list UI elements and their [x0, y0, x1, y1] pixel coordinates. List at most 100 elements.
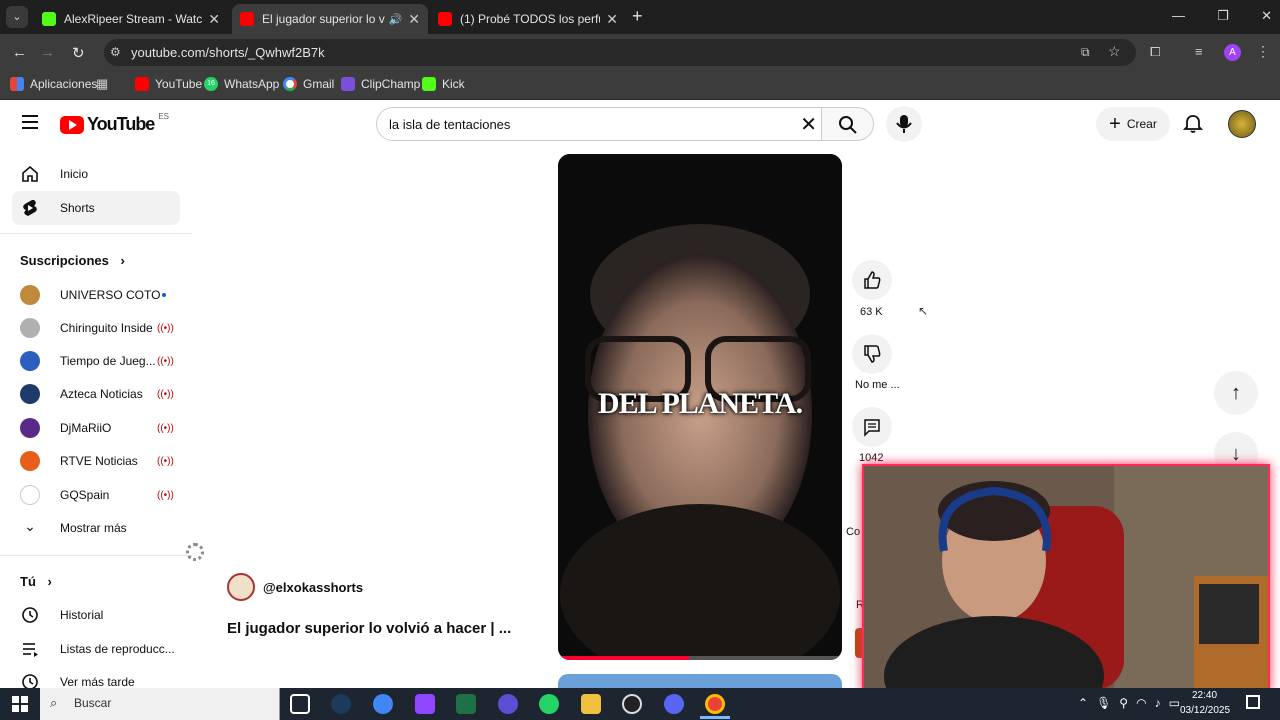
comments-button[interactable] [852, 407, 892, 447]
like-button[interactable] [852, 260, 892, 300]
search-button[interactable] [822, 107, 874, 141]
spreadsheet-icon[interactable] [456, 694, 476, 714]
bookmark-whatsapp[interactable]: 16 WhatsApp [204, 77, 279, 91]
profile-avatar[interactable]: A [1224, 44, 1241, 61]
windows-start-icon[interactable] [12, 696, 28, 712]
maximize-icon[interactable]: ❐ [1217, 8, 1229, 24]
tab-close-icon[interactable]: ✕ [606, 11, 618, 28]
create-button[interactable]: + Crear [1096, 107, 1170, 141]
sidebar-sub-chiringuito[interactable]: Chiringuito Inside ((•)) [12, 311, 180, 345]
taskbar-search-box[interactable]: ⌕ Buscar [40, 688, 280, 720]
dislike-button[interactable] [852, 334, 892, 374]
webcam-image [864, 466, 1268, 690]
channel-info[interactable]: @elxokasshorts [227, 573, 363, 601]
sidebar-show-more[interactable]: ⌄ Mostrar más [12, 511, 180, 545]
voice-search-button[interactable] [886, 106, 922, 142]
sidebar-sub-universo-coto[interactable]: UNIVERSO COTO [12, 278, 180, 312]
forward-icon[interactable]: → [40, 44, 55, 61]
install-app-icon[interactable]: ⧉ [1081, 45, 1090, 60]
next-short-preview[interactable] [558, 674, 842, 688]
chrome-app-icon[interactable] [373, 694, 393, 714]
video-progress-track[interactable] [558, 656, 842, 660]
close-window-icon[interactable]: ✕ [1261, 8, 1272, 24]
file-explorer-icon[interactable] [581, 694, 601, 714]
sidebar-sub-djmariio[interactable]: DjMaRiiO ((•)) [12, 411, 180, 445]
sidebar-item-listas[interactable]: Listas de reproducc... [12, 632, 180, 666]
task-view-icon[interactable] [290, 694, 310, 714]
tu-heading[interactable]: Tú › [20, 574, 52, 589]
site-info-icon[interactable]: ⚙ [110, 45, 121, 59]
bookmark-apps[interactable]: Aplicaciones [10, 77, 97, 91]
browser-tab-youtube-short[interactable]: El jugador superior lo volvió 🔊 ✕ [232, 4, 428, 34]
sidebar-item-label: Azteca Noticias [60, 387, 143, 401]
tab-groups-icon[interactable]: ▦ [96, 76, 108, 92]
discord-icon[interactable] [664, 694, 684, 714]
bookmark-label: WhatsApp [224, 77, 280, 91]
url-text[interactable]: youtube.com/shorts/_Qwhwf2B7k [131, 45, 325, 60]
sidebar-item-label: RTVE Noticias [60, 454, 138, 468]
wifi-icon[interactable]: ◠ [1136, 696, 1146, 710]
previous-short-button[interactable]: ↑ [1214, 371, 1258, 415]
search-input[interactable]: la isla de tentaciones [389, 117, 510, 132]
notification-center-icon[interactable] [1246, 695, 1260, 709]
bookmark-clipchamp[interactable]: ClipChamp [341, 77, 420, 91]
arrow-up-icon: ↑ [1231, 381, 1241, 404]
browser-menu-icon[interactable]: ⋮ [1256, 43, 1270, 60]
subscriptions-heading[interactable]: Suscripciones › [20, 253, 125, 268]
sidebar-item-label: GQSpain [60, 488, 110, 502]
microphone-tray-icon[interactable]: 🎙 [1096, 696, 1111, 710]
new-tab-button[interactable]: + [632, 6, 643, 27]
sidebar-item-shorts[interactable]: Shorts [12, 191, 180, 225]
youtube-logo[interactable]: YouTube ES [60, 112, 169, 135]
sidebar-sub-rtve-noticias[interactable]: RTVE Noticias ((•)) [12, 444, 180, 478]
search-icon [839, 116, 857, 134]
taskbar-search-placeholder: Buscar [74, 696, 112, 710]
channel-handle[interactable]: @elxokasshorts [263, 580, 363, 595]
browser-tab-perfumes[interactable]: (1) Probé TODOS los perfumes ✕ [430, 4, 626, 34]
back-icon[interactable]: ← [12, 44, 27, 61]
short-title[interactable]: El jugador superior lo volvió a hacer | … [227, 620, 511, 637]
extensions-icon[interactable]: ⧠ [1150, 44, 1160, 60]
sidebar-sub-azteca-noticias[interactable]: Azteca Noticias ((•)) [12, 377, 180, 411]
speaker-icon[interactable]: 🔊 [389, 13, 403, 26]
clock-date[interactable]: 03/12/2025 [1180, 705, 1230, 716]
usb-icon[interactable]: ⚲ [1119, 696, 1128, 710]
tab-close-icon[interactable]: ✕ [208, 11, 220, 28]
vpn-icon[interactable] [498, 694, 518, 714]
chevron-up-icon[interactable]: ⌃ [1078, 696, 1088, 710]
sidebar-item-historial[interactable]: Historial [12, 598, 180, 632]
sidebar-sub-tiempo-de-juego[interactable]: Tiempo de Jueg... ((•)) [12, 344, 180, 378]
battery-icon[interactable]: ▭ [1169, 696, 1180, 710]
search-field[interactable]: la isla de tentaciones ✕ [376, 107, 822, 141]
tab-close-icon[interactable]: ✕ [408, 11, 420, 28]
steam-icon[interactable] [331, 694, 351, 714]
sidebar-item-inicio[interactable]: Inicio [12, 157, 180, 191]
notifications-bell-icon[interactable] [1182, 114, 1204, 139]
short-video-player[interactable]: DEL PLANETA. [558, 154, 842, 660]
history-icon [22, 607, 38, 623]
live-indicator-icon: ((•)) [157, 422, 174, 434]
tab-search-button[interactable]: ⌄ [6, 6, 28, 28]
whatsapp-app-icon[interactable] [539, 694, 559, 714]
sidebar-item-label: Shorts [60, 201, 95, 215]
account-avatar[interactable] [1228, 110, 1256, 138]
hamburger-menu-icon[interactable] [22, 115, 38, 129]
media-control-icon[interactable]: ≡ [1195, 44, 1203, 59]
sidebar-item-label: Mostrar más [60, 521, 127, 535]
speedtest-icon[interactable] [622, 694, 642, 714]
sidebar-sub-gqspain[interactable]: GQSpain ((•)) [12, 478, 180, 512]
bookmark-kick[interactable]: Kick [422, 77, 465, 91]
chrome-active-icon[interactable] [705, 694, 725, 714]
browser-tab-kick[interactable]: AlexRipeer Stream - Watch Live ✕ [34, 4, 228, 34]
bookmark-youtube[interactable]: YouTube [135, 77, 202, 91]
channel-avatar[interactable] [227, 573, 255, 601]
minimize-icon[interactable]: — [1172, 8, 1185, 24]
twitch-icon[interactable] [415, 694, 435, 714]
reload-icon[interactable]: ↻ [72, 44, 85, 62]
clear-search-icon[interactable]: ✕ [800, 112, 817, 137]
clock-time[interactable]: 22:40 [1192, 690, 1217, 701]
bookmark-star-icon[interactable]: ☆ [1108, 43, 1121, 60]
bookmark-gmail[interactable]: Gmail [283, 77, 334, 91]
volume-icon[interactable]: ♪ [1155, 696, 1161, 710]
system-tray: ⌃ 🎙 ⚲ ◠ ♪ ▭ [1078, 696, 1180, 710]
